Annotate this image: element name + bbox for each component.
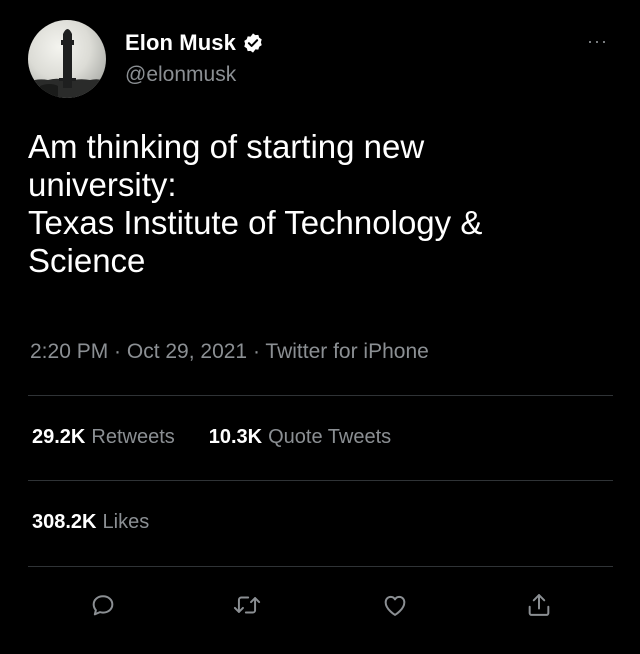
retweets-label: Retweets <box>91 426 175 448</box>
stats-row: 29.2K Retweets 10.3K Quote Tweets <box>32 426 391 449</box>
retweets-stat[interactable]: 29.2K Retweets <box>32 426 175 449</box>
more-options-icon[interactable]: ··· <box>587 32 608 50</box>
quote-tweets-label: Quote Tweets <box>268 426 392 448</box>
likes-stat[interactable]: 308.2K Likes <box>32 511 149 534</box>
tweet-text: Am thinking of starting new university: … <box>28 128 483 279</box>
tweet-timestamp[interactable]: 2:20 PM · Oct 29, 2021 · Twitter for iPh… <box>30 340 429 364</box>
divider <box>28 480 613 481</box>
tweet-detail: Elon Musk @elonmusk ··· Am thinking of s… <box>0 0 640 654</box>
verified-badge-icon <box>242 32 264 54</box>
likes-label: Likes <box>102 511 150 533</box>
like-icon[interactable] <box>378 588 412 622</box>
author-name-row[interactable]: Elon Musk <box>125 30 264 56</box>
likes-row: 308.2K Likes <box>32 511 149 534</box>
divider <box>28 395 613 396</box>
action-bar <box>0 588 640 628</box>
rocket-avatar-icon <box>28 29 106 98</box>
share-icon[interactable] <box>522 588 556 622</box>
divider <box>28 566 613 567</box>
author-handle[interactable]: @elonmusk <box>125 63 236 87</box>
quote-tweets-stat[interactable]: 10.3K Quote Tweets <box>209 426 391 449</box>
retweet-icon[interactable] <box>230 588 264 622</box>
quote-tweets-count: 10.3K <box>208 426 263 448</box>
reply-icon[interactable] <box>86 588 120 622</box>
avatar[interactable] <box>28 20 106 98</box>
retweets-count: 29.2K <box>32 426 86 448</box>
likes-count: 308.2K <box>32 511 97 533</box>
author-name[interactable]: Elon Musk <box>125 30 236 56</box>
